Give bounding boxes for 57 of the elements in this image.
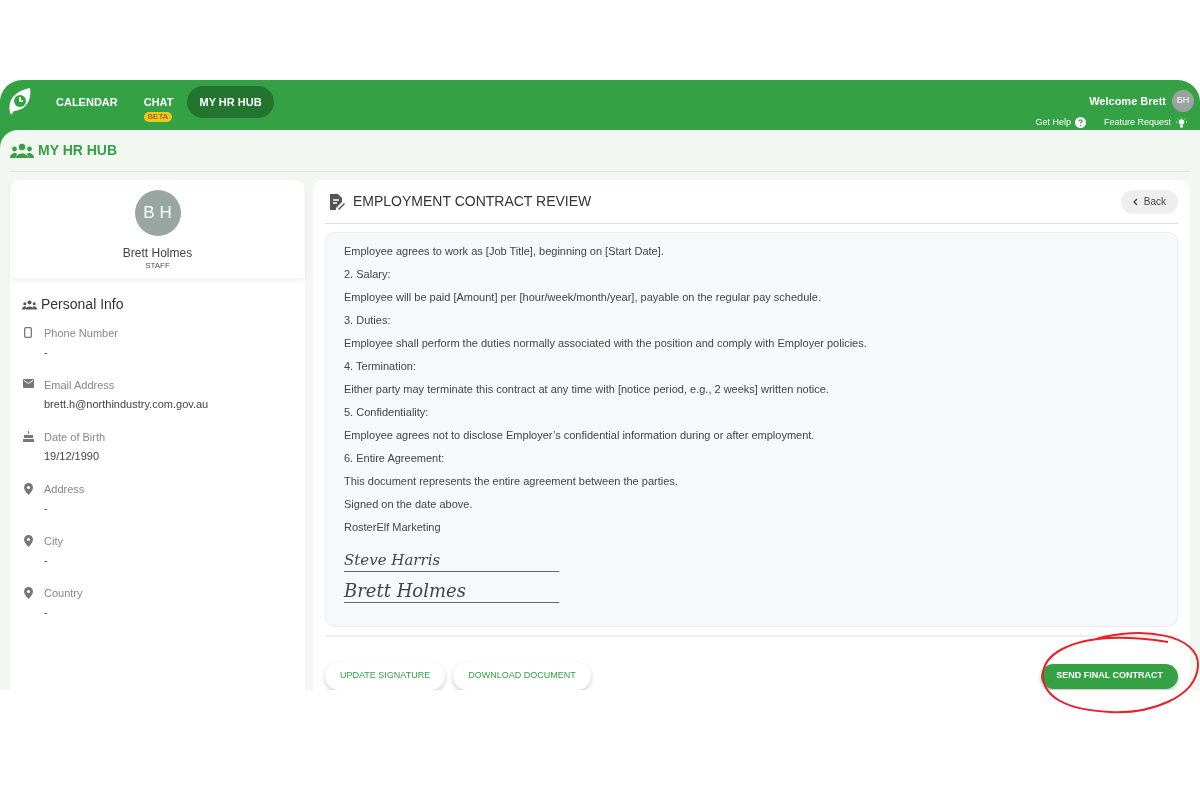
page-title: MY HR HUB (38, 141, 118, 160)
contract-text: 3. Duties: (344, 313, 392, 328)
location-pin-icon (23, 483, 33, 495)
signature: Steve Harris (344, 549, 559, 572)
section-title: Personal Info (41, 295, 124, 314)
send-final-contract-button[interactable]: SEND FINAL CONTRACT (1041, 663, 1178, 689)
contract-title: EMPLOYMENT CONTRACT REVIEW (353, 192, 592, 211)
contract-text: 2. Salary: (344, 267, 392, 282)
field-label: City (44, 534, 63, 549)
lightbulb-icon (1175, 116, 1188, 129)
cake-icon (22, 431, 34, 442)
document-edit-icon (329, 192, 345, 211)
back-button[interactable]: Back (1120, 189, 1178, 214)
nav-tab[interactable]: CALENDAR (44, 93, 130, 111)
signature: Brett Holmes (344, 580, 559, 603)
profile-role: STAFF (145, 262, 170, 270)
welcome-text: Welcome Brett (1089, 93, 1166, 109)
people-icon (10, 142, 34, 159)
feature-request-link[interactable]: Feature Request (1103, 116, 1188, 130)
chevron-left-icon (1132, 197, 1138, 206)
field-value: - (44, 344, 49, 360)
field-label: Address (44, 482, 85, 497)
contract-text: 6. Entire Agreement: (344, 451, 446, 466)
contract-text: 5. Confidentiality: (344, 405, 430, 420)
get-help-link[interactable]: Get Help (1035, 116, 1086, 130)
location-pin-icon (23, 587, 33, 599)
document-action-button[interactable]: UPDATE SIGNATURE (325, 662, 446, 690)
nav-tab[interactable]: CHAT (131, 93, 186, 111)
nav-tab[interactable]: MY HR HUB (187, 86, 274, 118)
contract-text: Employee will be paid [Amount] per [hour/week/month/year], payable on the regular pay schedule. (344, 290, 822, 305)
contract-text: 4. Termination: (344, 359, 417, 374)
field-value: - (44, 552, 49, 568)
field-label: Country (44, 586, 83, 601)
contract-text: Employee agrees to work as [Job Title], beginning on [Start Date]. (344, 244, 665, 259)
contract-text: Either party may terminate this contract at any time with [notice period, e.g., 2 weeks] written notice. (344, 382, 830, 397)
field-label: Date of Birth (44, 430, 106, 445)
profile-name: Brett Holmes (122, 245, 193, 262)
contract-text: Employee agrees not to disclose Employer’s confidential information during or after employment. (344, 428, 816, 443)
field-value: brett.h@northindustry.com.gov.au (44, 396, 209, 412)
envelope-icon (22, 379, 34, 388)
field-value: - (44, 500, 49, 516)
contract-text: Signed on the date above. (344, 497, 474, 512)
location-pin-icon (23, 535, 33, 547)
help-icon (1074, 117, 1086, 129)
beta-badge: BETA (143, 112, 173, 122)
people-icon (22, 299, 37, 310)
field-value: 19/12/1990 (44, 448, 101, 464)
field-label: Phone Number (44, 326, 118, 341)
document-action-button[interactable]: DOWNLOAD DOCUMENT (453, 662, 591, 690)
user-avatar[interactable]: BH (1172, 90, 1194, 112)
field-label: Email Address (44, 378, 116, 393)
contract-text: Employee shall perform the duties normally associated with the position and comply with Employer policies. (344, 336, 868, 351)
contract-text: This document represents the entire agreement between the parties. (344, 474, 679, 489)
profile-avatar: B H (134, 190, 181, 236)
contract-text: RosterElf Marketing (344, 520, 442, 535)
field-value: - (44, 604, 49, 620)
phone-icon (24, 327, 32, 338)
